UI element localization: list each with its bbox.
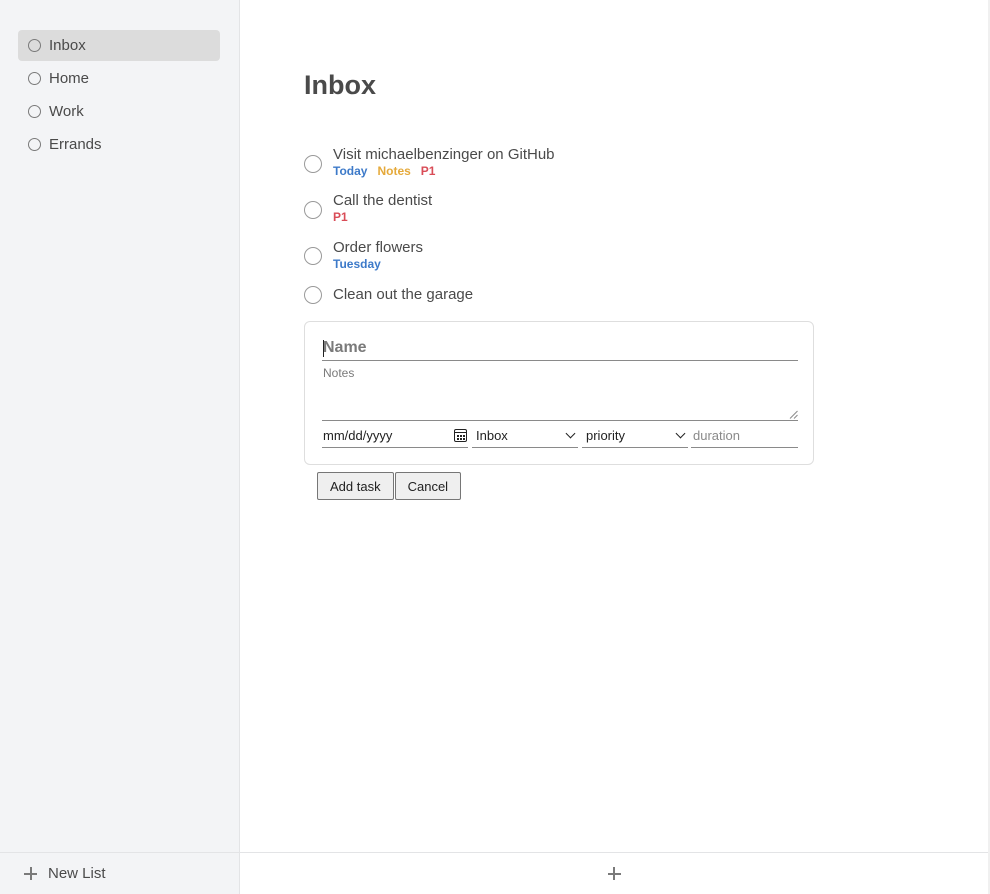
form-actions: Add task Cancel xyxy=(317,472,462,500)
task-item: Order flowers Tuesday xyxy=(304,239,423,271)
task-body: Visit michaelbenzinger on GitHub Today N… xyxy=(333,146,555,178)
add-task-bar-button[interactable] xyxy=(240,852,988,894)
due-date-input[interactable]: mm/dd/yyyy xyxy=(322,423,468,448)
task-body: Order flowers Tuesday xyxy=(333,239,423,271)
list-circle-icon xyxy=(28,72,41,85)
sidebar-item-home[interactable]: Home xyxy=(18,63,220,94)
plus-icon xyxy=(607,867,621,880)
priority-select-value: priority xyxy=(586,427,626,443)
notes-tag: Notes xyxy=(377,164,411,178)
new-list-button[interactable]: New List xyxy=(0,852,240,894)
task-complete-checkbox[interactable] xyxy=(304,247,322,265)
main-panel: Inbox Visit michaelbenzinger on GitHub T… xyxy=(240,0,990,894)
task-tags: P1 xyxy=(333,210,432,224)
task-name-input[interactable] xyxy=(322,335,798,361)
chevron-down-icon xyxy=(675,428,686,439)
list-circle-icon xyxy=(28,138,41,151)
task-complete-checkbox[interactable] xyxy=(304,286,322,304)
sidebar-item-label: Errands xyxy=(49,136,102,153)
sidebar-item-errands[interactable]: Errands xyxy=(18,129,220,160)
sidebar-item-work[interactable]: Work xyxy=(18,96,220,127)
new-task-form: mm/dd/yyyy Inbox priority duration xyxy=(304,321,814,465)
list-circle-icon xyxy=(28,105,41,118)
task-name[interactable]: Order flowers xyxy=(333,239,423,256)
date-placeholder: mm/dd/yyyy xyxy=(323,427,393,443)
priority-tag: P1 xyxy=(333,210,348,224)
add-task-button[interactable]: Add task xyxy=(317,472,394,500)
date-tag: Today xyxy=(333,164,368,178)
task-name[interactable]: Visit michaelbenzinger on GitHub xyxy=(333,146,555,163)
task-tags: Tuesday xyxy=(333,257,423,271)
duration-placeholder: duration xyxy=(693,427,740,443)
date-tag: Tuesday xyxy=(333,257,381,271)
task-item: Clean out the garage xyxy=(304,286,473,304)
sidebar-item-label: Home xyxy=(49,70,90,87)
task-body: Call the dentist P1 xyxy=(333,192,432,224)
sidebar-item-label: Work xyxy=(49,103,84,120)
cancel-button[interactable]: Cancel xyxy=(394,472,462,500)
list-select[interactable]: Inbox xyxy=(472,423,578,448)
task-tags: Today Notes P1 xyxy=(333,164,555,178)
task-complete-checkbox[interactable] xyxy=(304,201,322,219)
list-select-value: Inbox xyxy=(476,427,508,443)
task-fields-row: mm/dd/yyyy Inbox priority duration xyxy=(322,423,798,448)
text-caret xyxy=(323,340,324,357)
task-name[interactable]: Clean out the garage xyxy=(333,286,473,303)
list-circle-icon xyxy=(28,39,41,52)
task-item: Visit michaelbenzinger on GitHub Today N… xyxy=(304,146,555,178)
new-list-label: New List xyxy=(48,865,106,882)
sidebar-list: Inbox Home Work Errands xyxy=(18,30,220,162)
page-title: Inbox xyxy=(304,70,376,100)
sidebar-item-label: Inbox xyxy=(49,37,86,54)
task-complete-checkbox[interactable] xyxy=(304,155,322,173)
task-item: Call the dentist P1 xyxy=(304,192,432,224)
task-notes-input[interactable] xyxy=(322,365,798,421)
calendar-icon[interactable] xyxy=(454,428,467,442)
chevron-down-icon xyxy=(565,428,576,439)
priority-select[interactable]: priority xyxy=(582,423,688,448)
sidebar-item-inbox[interactable]: Inbox xyxy=(18,30,220,61)
duration-input[interactable]: duration xyxy=(691,423,798,448)
plus-icon xyxy=(24,867,37,880)
task-body: Clean out the garage xyxy=(333,286,473,303)
resize-grip-icon[interactable] xyxy=(789,410,798,419)
sidebar: Inbox Home Work Errands New List xyxy=(0,0,240,894)
task-name[interactable]: Call the dentist xyxy=(333,192,432,209)
priority-tag: P1 xyxy=(420,164,436,178)
